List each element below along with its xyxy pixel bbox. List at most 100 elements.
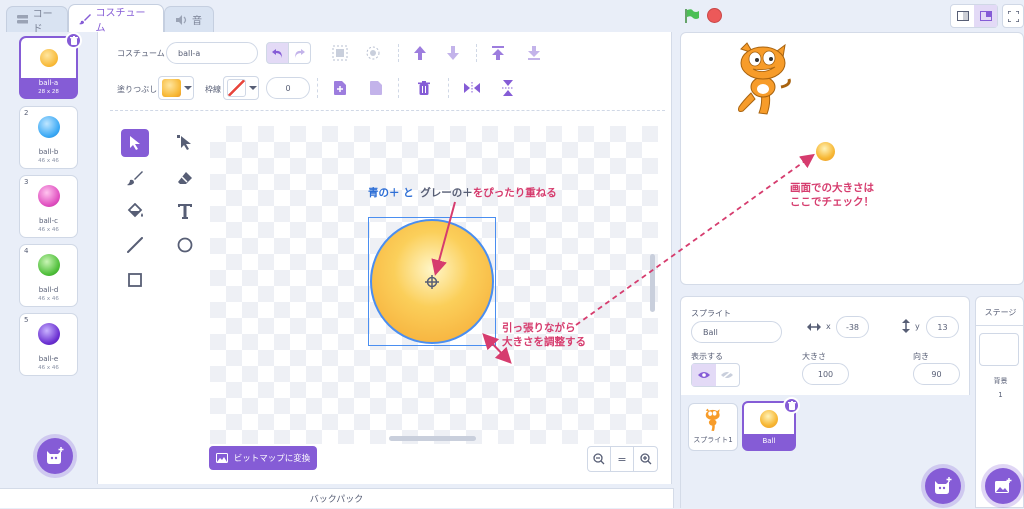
delete-button[interactable]: [412, 77, 436, 99]
copy-button[interactable]: [328, 77, 352, 99]
scratch-cat-sprite[interactable]: [733, 41, 795, 117]
choose-sprite-button[interactable]: [925, 468, 961, 504]
forward-icon: [414, 46, 426, 60]
vertical-scrollbar[interactable]: [650, 254, 655, 312]
code-icon: [17, 15, 28, 24]
paste-button[interactable]: [364, 77, 388, 99]
tab-costumes-label: コスチューム: [95, 7, 146, 34]
stage-view[interactable]: [680, 32, 1024, 285]
fullscreen-icon: [1007, 10, 1019, 22]
eraser-tool[interactable]: [171, 164, 199, 192]
green-flag-icon[interactable]: [684, 8, 700, 24]
annotation-blue-plus: 青の＋: [368, 187, 400, 199]
horizontal-scrollbar[interactable]: [389, 436, 476, 441]
zoom-in-icon: [640, 453, 652, 465]
size-input[interactable]: 100: [802, 363, 849, 385]
rectangle-tool[interactable]: [121, 266, 149, 294]
circle-icon: [177, 237, 193, 253]
trash-icon: [69, 36, 78, 45]
tab-code[interactable]: コード: [6, 6, 68, 35]
backdrop-thumbnail[interactable]: [979, 333, 1019, 366]
speaker-icon: [176, 14, 187, 25]
paint-canvas[interactable]: [210, 126, 658, 444]
fill-tool[interactable]: [121, 197, 149, 225]
brush-icon: [79, 13, 91, 24]
sprite-thumbnail[interactable]: スプライト1: [688, 403, 738, 451]
eye-hidden-icon: [721, 370, 734, 380]
brush-tool[interactable]: [121, 164, 149, 192]
costume-name-input[interactable]: ball-a: [166, 42, 258, 64]
costume-item[interactable]: 5 ball-e 46 x 46: [19, 313, 78, 376]
stage-selector-panel[interactable]: ステージ 背景 1: [975, 296, 1024, 508]
tab-code-label: コード: [32, 8, 53, 35]
undo-button[interactable]: [266, 42, 289, 64]
rectangle-icon: [128, 273, 142, 287]
costume-size: 46 x 46: [38, 365, 59, 371]
convert-to-bitmap-button[interactable]: ビットマップに変換: [209, 446, 317, 470]
flip-horizontal-button[interactable]: [460, 77, 484, 99]
sprite-name: Ball: [762, 437, 776, 445]
choose-backdrop-button[interactable]: [985, 468, 1021, 504]
x-input[interactable]: -38: [836, 316, 869, 338]
outline-width-input[interactable]: 0: [266, 77, 310, 99]
sprite-name: スプライト1: [693, 436, 733, 444]
flip-vertical-button[interactable]: [496, 77, 520, 99]
backpack-bar[interactable]: バックパック: [0, 488, 674, 508]
redo-button[interactable]: [288, 42, 311, 64]
sprite-thumbnail-selected[interactable]: Ball: [742, 397, 800, 451]
costume-item[interactable]: 2 ball-b 46 x 46: [19, 106, 78, 169]
costume-thumbnail: [37, 116, 60, 138]
zoom-in-button[interactable]: [634, 447, 657, 471]
sprite-name-input[interactable]: Ball: [691, 321, 782, 343]
ball-sprite[interactable]: [816, 142, 835, 161]
small-stage-button[interactable]: [951, 5, 974, 27]
fill-color-picker[interactable]: [158, 76, 194, 100]
circle-tool[interactable]: [171, 231, 199, 259]
front-button[interactable]: [486, 42, 510, 64]
zoom-out-icon: [593, 453, 605, 465]
paste-icon: [370, 81, 382, 95]
show-visible-button[interactable]: [692, 364, 716, 386]
costume-item[interactable]: 4 ball-d 46 x 46: [19, 244, 78, 307]
cat-add-icon: [935, 477, 952, 494]
trash-icon: [418, 81, 430, 95]
zoom-out-button[interactable]: [588, 447, 611, 471]
annotation-align-text: をぴったり重ねる: [472, 187, 557, 199]
costume-item[interactable]: 1 ball-a 28 x 28: [19, 32, 82, 99]
delete-costume-button[interactable]: [65, 32, 82, 49]
group-button[interactable]: [328, 42, 352, 64]
center-crosshair-icon[interactable]: [425, 275, 439, 289]
normal-stage-button[interactable]: [974, 5, 997, 27]
select-tool[interactable]: [121, 129, 149, 157]
direction-input[interactable]: 90: [913, 363, 960, 385]
costume-item[interactable]: 3 ball-c 46 x 46: [19, 175, 78, 238]
line-tool[interactable]: [121, 231, 149, 259]
stage-title: ステージ: [984, 308, 1017, 317]
annotation-align: 青の＋ と グレーの＋をぴったり重ねる: [368, 185, 557, 200]
back-button[interactable]: [522, 42, 546, 64]
tab-costumes[interactable]: コスチューム: [68, 4, 164, 34]
choose-costume-button[interactable]: [37, 438, 73, 474]
backdrop-add-icon: [995, 478, 1012, 493]
tab-sounds[interactable]: 音: [164, 6, 214, 32]
outline-color-picker[interactable]: [223, 76, 259, 100]
show-hidden-button[interactable]: [716, 364, 740, 386]
redo-icon: [295, 48, 305, 58]
undo-icon: [272, 48, 282, 58]
delete-sprite-button[interactable]: [783, 397, 800, 414]
annotation-resize-line2: 大きさを調整する: [502, 336, 586, 348]
backward-icon: [447, 46, 459, 60]
annotation-resize-line1: 引っ張りながら: [502, 322, 576, 334]
stop-icon[interactable]: [707, 8, 722, 23]
zoom-reset-button[interactable]: =: [611, 447, 635, 471]
ungroup-button[interactable]: [361, 42, 385, 64]
select-arrow-icon: [130, 136, 140, 150]
backward-button[interactable]: [441, 42, 465, 64]
text-tool[interactable]: [171, 197, 199, 225]
reshape-tool[interactable]: [171, 129, 199, 157]
y-input[interactable]: 13: [926, 316, 959, 338]
forward-button[interactable]: [408, 42, 432, 64]
annotation-stage-line1: 画面での大きさは: [790, 182, 874, 194]
reshape-arrow-icon: [177, 135, 191, 150]
fullscreen-button[interactable]: [1002, 4, 1024, 28]
